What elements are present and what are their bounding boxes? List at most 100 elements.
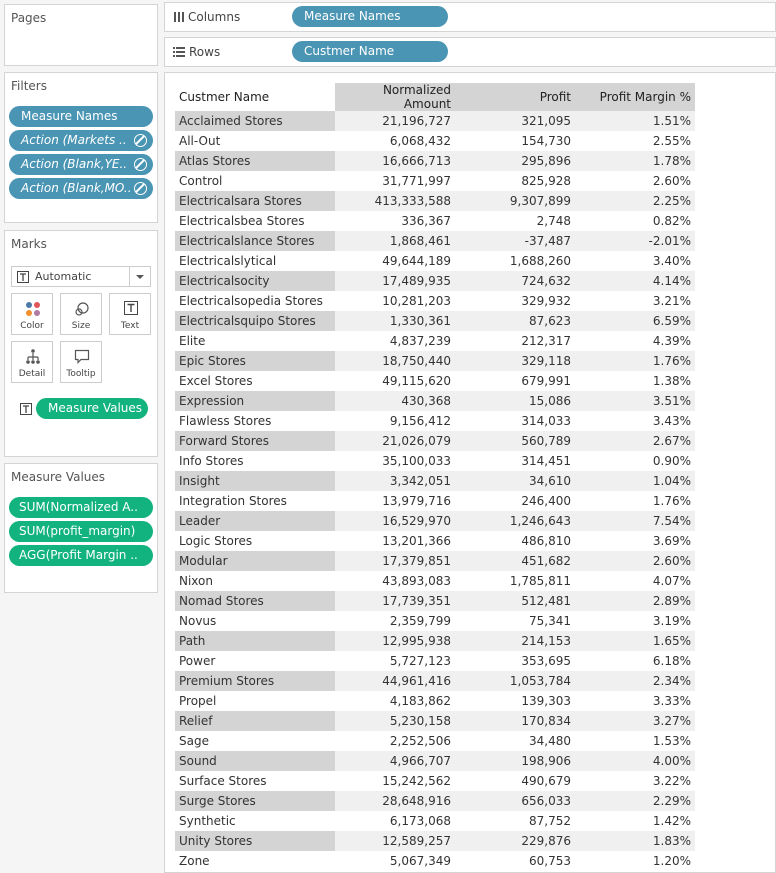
cell-profit-margin[interactable]: 2.25% [575,191,695,211]
cell-profit-margin[interactable]: 4.39% [575,331,695,351]
cell-normalized-amount[interactable]: 4,183,862 [335,691,455,711]
cell-normalized-amount[interactable]: 1,330,361 [335,311,455,331]
table-row[interactable]: Premium Stores 44,961,416 1,053,784 2.34% [175,671,695,691]
cell-profit-margin[interactable]: 3.19% [575,611,695,631]
size-button[interactable]: Size [60,293,102,335]
table-row[interactable]: Integration Stores 13,979,716 246,400 1.76% [175,491,695,511]
cell-normalized-amount[interactable]: 12,995,938 [335,631,455,651]
cell-custmer-name[interactable]: Insight [175,471,335,491]
pages-card[interactable]: Pages [4,4,158,66]
table-row[interactable]: Power 5,727,123 353,695 6.18% [175,651,695,671]
cell-normalized-amount[interactable]: 413,333,588 [335,191,455,211]
cell-profit-margin[interactable]: 1.20% [575,851,695,871]
header-custmer-name[interactable]: Custmer Name [175,83,335,111]
cell-custmer-name[interactable]: Synthetic [175,811,335,831]
cell-profit-margin[interactable]: 0.82% [575,211,695,231]
cell-normalized-amount[interactable]: 4,837,239 [335,331,455,351]
table-row[interactable]: Control 31,771,997 825,928 2.60% [175,171,695,191]
cell-profit-margin[interactable]: 1.04% [575,471,695,491]
tooltip-button[interactable]: Tooltip [60,341,102,383]
cell-profit-margin[interactable]: 2.55% [575,131,695,151]
cell-normalized-amount[interactable]: 17,379,851 [335,551,455,571]
measure-value-sum-profit-margin[interactable]: SUM(profit_margin) [9,521,153,542]
cell-normalized-amount[interactable]: 2,359,799 [335,611,455,631]
table-row[interactable]: Acclaimed Stores 21,196,727 321,095 1.51% [175,111,695,131]
cell-profit[interactable]: 490,679 [455,771,575,791]
cell-normalized-amount[interactable]: 3,342,051 [335,471,455,491]
cell-custmer-name[interactable]: Electricalsbea Stores [175,211,335,231]
cell-custmer-name[interactable]: Info Stores [175,451,335,471]
table-row[interactable]: Sound 4,966,707 198,906 4.00% [175,751,695,771]
cell-normalized-amount[interactable]: 43,893,083 [335,571,455,591]
cell-profit[interactable]: 329,118 [455,351,575,371]
cell-normalized-amount[interactable]: 1,868,461 [335,231,455,251]
cell-normalized-amount[interactable]: 5,067,349 [335,851,455,871]
table-row[interactable]: Elite 4,837,239 212,317 4.39% [175,331,695,351]
cell-normalized-amount[interactable]: 28,648,916 [335,791,455,811]
table-row[interactable]: Atlas Stores 16,666,713 295,896 1.78% [175,151,695,171]
cell-profit[interactable]: 1,785,811 [455,571,575,591]
cell-profit[interactable]: -37,487 [455,231,575,251]
cell-normalized-amount[interactable]: 21,026,079 [335,431,455,451]
cell-custmer-name[interactable]: Expression [175,391,335,411]
cell-custmer-name[interactable]: Control [175,171,335,191]
table-row[interactable]: All-Out 6,068,432 154,730 2.55% [175,131,695,151]
cell-profit-margin[interactable]: 1.76% [575,491,695,511]
cell-custmer-name[interactable]: Modular [175,551,335,571]
cell-profit[interactable]: 139,303 [455,691,575,711]
cell-normalized-amount[interactable]: 21,196,727 [335,111,455,131]
cell-profit-margin[interactable]: 3.43% [575,411,695,431]
cell-profit[interactable]: 724,632 [455,271,575,291]
cell-custmer-name[interactable]: Sage [175,731,335,751]
cell-profit[interactable]: 170,834 [455,711,575,731]
cell-custmer-name[interactable]: Leader [175,511,335,531]
cell-normalized-amount[interactable]: 49,115,620 [335,371,455,391]
cell-normalized-amount[interactable]: 44,961,416 [335,671,455,691]
cell-profit[interactable]: 9,307,899 [455,191,575,211]
cell-profit-margin[interactable]: 2.60% [575,551,695,571]
cell-profit-margin[interactable]: 2.29% [575,791,695,811]
cell-profit[interactable]: 314,033 [455,411,575,431]
cell-profit-margin[interactable]: 0.90% [575,451,695,471]
cell-profit-margin[interactable]: 1.51% [575,111,695,131]
cell-normalized-amount[interactable]: 13,979,716 [335,491,455,511]
cell-profit[interactable]: 87,752 [455,811,575,831]
cell-custmer-name[interactable]: Forward Stores [175,431,335,451]
table-row[interactable]: Flawless Stores 9,156,412 314,033 3.43% [175,411,695,431]
table-row[interactable]: Sage 2,252,506 34,480 1.53% [175,731,695,751]
table-row[interactable]: Nixon 43,893,083 1,785,811 4.07% [175,571,695,591]
header-profit[interactable]: Profit [455,83,575,111]
cell-normalized-amount[interactable]: 2,252,506 [335,731,455,751]
cell-normalized-amount[interactable]: 16,529,970 [335,511,455,531]
cell-normalized-amount[interactable]: 18,750,440 [335,351,455,371]
cell-custmer-name[interactable]: Novus [175,611,335,631]
cell-normalized-amount[interactable]: 6,068,432 [335,131,455,151]
detail-button[interactable]: Detail [11,341,53,383]
cell-profit[interactable]: 15,086 [455,391,575,411]
cell-profit[interactable]: 1,688,260 [455,251,575,271]
cell-normalized-amount[interactable]: 10,281,203 [335,291,455,311]
table-row[interactable]: Unity Stores 12,589,257 229,876 1.83% [175,831,695,851]
text-button[interactable]: Text [109,293,151,335]
cell-normalized-amount[interactable]: 6,173,068 [335,811,455,831]
cell-custmer-name[interactable]: Acclaimed Stores [175,111,335,131]
cell-normalized-amount[interactable]: 15,242,562 [335,771,455,791]
view-area[interactable]: Custmer Name Normalized Amount Profit Pr… [164,72,776,873]
cell-custmer-name[interactable]: Flawless Stores [175,411,335,431]
table-row[interactable]: Forward Stores 21,026,079 560,789 2.67% [175,431,695,451]
cell-custmer-name[interactable]: Electricalsocity [175,271,335,291]
cell-profit-margin[interactable]: 1.65% [575,631,695,651]
cell-profit-margin[interactable]: 3.33% [575,691,695,711]
cell-custmer-name[interactable]: Logic Stores [175,531,335,551]
cell-normalized-amount[interactable]: 5,727,123 [335,651,455,671]
cell-profit[interactable]: 87,623 [455,311,575,331]
cell-normalized-amount[interactable]: 13,201,366 [335,531,455,551]
marks-text-pill-measure-values[interactable]: Measure Values [36,398,148,419]
cell-profit[interactable]: 154,730 [455,131,575,151]
cell-profit-margin[interactable]: -2.01% [575,231,695,251]
cell-custmer-name[interactable]: Unity Stores [175,831,335,851]
cell-custmer-name[interactable]: Surface Stores [175,771,335,791]
table-row[interactable]: Surge Stores 28,648,916 656,033 2.29% [175,791,695,811]
cell-normalized-amount[interactable]: 5,230,158 [335,711,455,731]
table-row[interactable]: Electricalsbea Stores 336,367 2,748 0.82% [175,211,695,231]
